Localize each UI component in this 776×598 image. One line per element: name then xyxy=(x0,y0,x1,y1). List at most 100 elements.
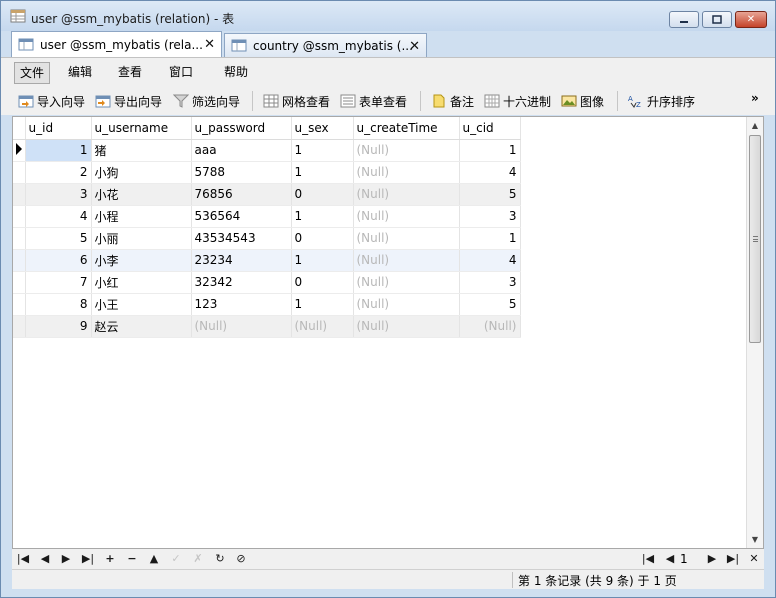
cell[interactable]: 3 xyxy=(25,183,92,206)
cell[interactable]: (Null) xyxy=(353,161,460,184)
cell[interactable]: 小王 xyxy=(91,293,192,316)
scroll-down-icon[interactable]: ▼ xyxy=(747,531,763,548)
scroll-thumb[interactable] xyxy=(749,135,761,343)
cell[interactable]: (Null) xyxy=(353,249,460,272)
cell[interactable]: 4 xyxy=(25,205,92,228)
cell[interactable]: 赵云 xyxy=(91,315,192,338)
refresh-icon[interactable]: ↻ xyxy=(212,551,228,567)
column-header[interactable]: u_username xyxy=(91,117,192,140)
tab-country-table[interactable]: country @ssm_mybatis (... ✕ xyxy=(224,33,427,57)
data-grid[interactable]: u_id u_username u_password u_sex u_creat… xyxy=(12,116,764,549)
tab-user-table[interactable]: user @ssm_mybatis (rela... ✕ xyxy=(11,31,222,57)
cell[interactable]: 76856 xyxy=(191,183,292,206)
cell[interactable]: 小丽 xyxy=(91,227,192,250)
cell[interactable]: 猪 xyxy=(91,139,192,162)
menu-help[interactable]: 帮助 xyxy=(219,62,253,84)
table-row[interactable]: 2 小狗 5788 1 (Null) 4 xyxy=(13,161,521,184)
move-up-icon[interactable]: ▲ xyxy=(146,551,162,567)
cell[interactable]: 123 xyxy=(191,293,292,316)
table-row[interactable]: 4 小程 536564 1 (Null) 3 xyxy=(13,205,521,228)
cell[interactable]: 5788 xyxy=(191,161,292,184)
cell[interactable]: 8 xyxy=(25,293,92,316)
image-button[interactable]: 图像 xyxy=(561,92,604,110)
cell[interactable]: 6 xyxy=(25,249,92,272)
first-record-icon[interactable]: |◀ xyxy=(15,551,31,567)
cell[interactable]: (Null) xyxy=(291,315,354,338)
cell[interactable]: (Null) xyxy=(459,315,521,338)
minimize-button[interactable] xyxy=(669,11,699,28)
settings-tools-icon[interactable]: ✕ xyxy=(746,551,762,567)
cell[interactable]: (Null) xyxy=(353,183,460,206)
cell[interactable]: 5 xyxy=(25,227,92,250)
stop-icon[interactable]: ⊘ xyxy=(233,551,249,567)
vertical-scrollbar[interactable]: ▲ ▼ xyxy=(746,117,763,548)
cell[interactable]: 1 xyxy=(291,249,354,272)
menu-file[interactable]: 文件 xyxy=(14,62,51,84)
toolbar-overflow-icon[interactable]: » xyxy=(751,89,759,107)
table-row[interactable]: 9 赵云 (Null) (Null) (Null) (Null) xyxy=(13,315,521,338)
close-window-button[interactable]: ✕ xyxy=(735,11,767,28)
cell[interactable]: aaa xyxy=(191,139,292,162)
column-header[interactable]: u_id xyxy=(25,117,92,140)
cell[interactable]: (Null) xyxy=(353,205,460,228)
tab-close-icon[interactable]: ✕ xyxy=(204,37,215,52)
menu-window[interactable]: 窗口 xyxy=(164,62,198,84)
cell[interactable]: 5 xyxy=(459,293,521,316)
next-page-icon[interactable]: ▶ xyxy=(704,551,720,567)
sort-ascending-button[interactable]: AZ 升序排序 xyxy=(628,92,695,110)
cell[interactable]: 0 xyxy=(291,271,354,294)
column-header[interactable]: u_sex xyxy=(291,117,354,140)
table-row[interactable]: 7 小红 32342 0 (Null) 3 xyxy=(13,271,521,294)
page-number-field[interactable]: 1 xyxy=(680,551,688,567)
cell[interactable]: 3 xyxy=(459,271,521,294)
cell[interactable]: (Null) xyxy=(353,315,460,338)
table-row[interactable]: 1 猪 aaa 1 (Null) 1 xyxy=(13,139,521,162)
scroll-up-icon[interactable]: ▲ xyxy=(747,117,763,134)
grid-view-button[interactable]: 网格查看 xyxy=(263,92,330,110)
cell[interactable]: 小狗 xyxy=(91,161,192,184)
cell[interactable]: 43534543 xyxy=(191,227,292,250)
delete-record-icon[interactable]: − xyxy=(124,551,140,567)
cell[interactable]: 1 xyxy=(291,139,354,162)
add-record-icon[interactable]: + xyxy=(102,551,118,567)
cell[interactable]: (Null) xyxy=(353,271,460,294)
cell[interactable]: 小程 xyxy=(91,205,192,228)
cell[interactable]: 5 xyxy=(459,183,521,206)
cell[interactable]: (Null) xyxy=(191,315,292,338)
cell[interactable]: 小红 xyxy=(91,271,192,294)
cell[interactable]: 23234 xyxy=(191,249,292,272)
cell[interactable]: 536564 xyxy=(191,205,292,228)
cell[interactable]: (Null) xyxy=(353,293,460,316)
cell[interactable]: 1 xyxy=(459,139,521,162)
cell[interactable]: 0 xyxy=(291,227,354,250)
cell[interactable]: (Null) xyxy=(353,227,460,250)
table-row[interactable]: 8 小王 123 1 (Null) 5 xyxy=(13,293,521,316)
next-record-icon[interactable]: ▶ xyxy=(58,551,74,567)
cell[interactable]: 小花 xyxy=(91,183,192,206)
import-wizard-button[interactable]: 导入向导 xyxy=(18,92,85,110)
prev-page-icon[interactable]: ◀ xyxy=(662,551,678,567)
cell[interactable]: 1 xyxy=(25,139,92,162)
export-wizard-button[interactable]: 导出向导 xyxy=(95,92,162,110)
last-page-icon[interactable]: ▶| xyxy=(725,551,741,567)
column-header[interactable]: u_password xyxy=(191,117,292,140)
cell[interactable]: 0 xyxy=(291,183,354,206)
cell[interactable]: 2 xyxy=(25,161,92,184)
last-record-icon[interactable]: ▶| xyxy=(80,551,96,567)
menu-edit[interactable]: 编辑 xyxy=(63,62,97,84)
cell[interactable]: 1 xyxy=(459,227,521,250)
cell[interactable]: 7 xyxy=(25,271,92,294)
cell[interactable]: 3 xyxy=(459,205,521,228)
table-row[interactable]: 6 小李 23234 1 (Null) 4 xyxy=(13,249,521,272)
cell[interactable]: 9 xyxy=(25,315,92,338)
table-row[interactable]: 3 小花 76856 0 (Null) 5 xyxy=(13,183,521,206)
table-row[interactable]: 5 小丽 43534543 0 (Null) 1 xyxy=(13,227,521,250)
cell[interactable]: 1 xyxy=(291,205,354,228)
memo-button[interactable]: 备注 xyxy=(431,92,474,110)
cell[interactable]: 32342 xyxy=(191,271,292,294)
cell[interactable]: (Null) xyxy=(353,139,460,162)
column-header[interactable]: u_createTime xyxy=(353,117,460,140)
first-page-icon[interactable]: |◀ xyxy=(640,551,656,567)
cell[interactable]: 小李 xyxy=(91,249,192,272)
maximize-button[interactable] xyxy=(702,11,732,28)
